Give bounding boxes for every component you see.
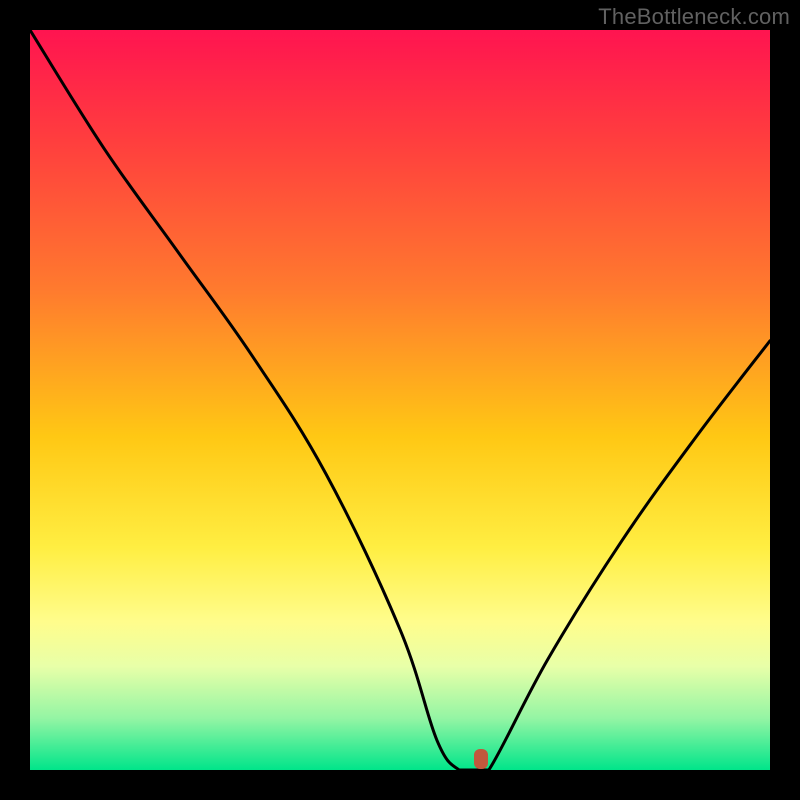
curve-svg — [30, 30, 770, 770]
watermark-label: TheBottleneck.com — [598, 4, 790, 30]
bottleneck-curve-path — [30, 30, 770, 770]
plot-area — [30, 30, 770, 770]
minimum-marker — [474, 749, 488, 769]
chart-frame: TheBottleneck.com — [0, 0, 800, 800]
